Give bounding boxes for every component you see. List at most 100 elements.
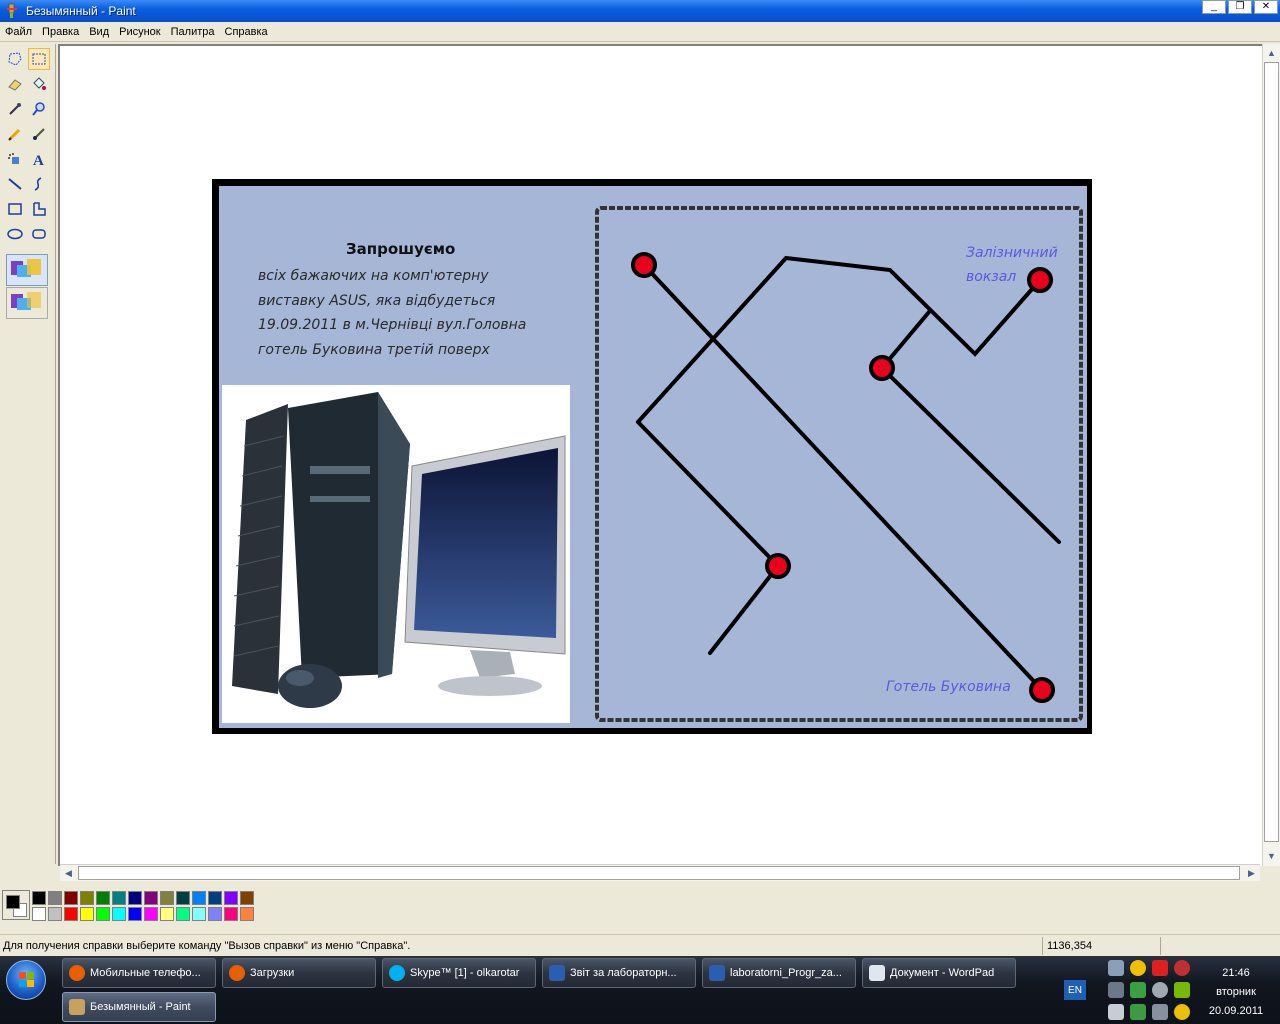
palette-swatch[interactable]	[128, 891, 142, 905]
palette-swatch[interactable]	[144, 907, 158, 921]
map-label-station-line2: вокзал	[966, 269, 1017, 285]
taskbar-button-downloads[interactable]: Загрузки	[222, 958, 376, 988]
palette-swatch[interactable]	[80, 891, 94, 905]
menu-image[interactable]: Рисунок	[114, 26, 166, 38]
paint-icon	[69, 999, 85, 1015]
taskbar-button-wordpad[interactable]: Документ - WordPad	[862, 958, 1016, 988]
palette-swatch[interactable]	[112, 907, 126, 921]
menu-palette[interactable]: Палитра	[166, 26, 220, 38]
taskbar-button-lab-report[interactable]: Звіт за лабораторн...	[542, 958, 696, 988]
maximize-button[interactable]: ❐	[1228, 0, 1252, 14]
text-icon[interactable]: A	[28, 148, 50, 170]
menu-file[interactable]: Файл	[0, 26, 37, 38]
airbrush-icon[interactable]	[4, 148, 26, 170]
battery-tray-icon[interactable]	[1130, 1004, 1146, 1020]
vertical-scroll-thumb[interactable]	[1264, 62, 1279, 842]
update-tray-icon[interactable]	[1130, 960, 1146, 976]
paint-app-icon[interactable]	[4, 3, 20, 19]
menu-view[interactable]: Вид	[84, 26, 114, 38]
eyedropper-icon[interactable]	[4, 98, 26, 120]
drawing-canvas[interactable]: Запрошуємо всіх бажаючих на комп'ютерну …	[60, 46, 1262, 866]
map-label-station: Залізничний вокзал	[966, 241, 1058, 289]
magnifier-icon[interactable]	[28, 98, 50, 120]
palette-swatch[interactable]	[192, 891, 206, 905]
toolbox: A	[0, 44, 56, 864]
palette-swatch[interactable]	[128, 907, 142, 921]
menu-help[interactable]: Справка	[220, 26, 273, 38]
palette-swatch[interactable]	[112, 891, 126, 905]
horizontal-scroll-thumb[interactable]	[78, 866, 1240, 880]
palette-swatch[interactable]	[160, 907, 174, 921]
fill-bucket-icon[interactable]	[28, 73, 50, 95]
rectangle-select-icon[interactable]	[28, 48, 50, 70]
palette-swatch[interactable]	[160, 891, 174, 905]
menu-edit[interactable]: Правка	[37, 26, 84, 38]
palette-swatch[interactable]	[192, 907, 206, 921]
vertical-scrollbar[interactable]: ▲ ▼	[1262, 44, 1280, 866]
free-form-select-icon[interactable]	[4, 48, 26, 70]
svg-text:A: A	[33, 153, 44, 167]
palette-swatch[interactable]	[208, 891, 222, 905]
alert-tray-icon[interactable]	[1174, 960, 1190, 976]
antivirus-tray-icon[interactable]	[1152, 960, 1168, 976]
palette-swatch[interactable]	[144, 891, 158, 905]
scroll-up-arrow-icon[interactable]: ▲	[1263, 44, 1280, 61]
palette-swatch[interactable]	[240, 891, 254, 905]
palette-swatch[interactable]	[224, 907, 238, 921]
palette-swatch[interactable]	[240, 907, 254, 921]
transparency-transparent-option[interactable]	[6, 287, 48, 319]
scroll-left-arrow-icon[interactable]: ◀	[60, 865, 77, 882]
palette-swatch[interactable]	[96, 891, 110, 905]
language-indicator[interactable]: EN	[1064, 980, 1086, 1000]
rounded-rectangle-icon[interactable]	[28, 223, 50, 245]
nvidia-tray-icon[interactable]	[1174, 982, 1190, 998]
palette-swatch[interactable]	[176, 891, 190, 905]
wireless-tray-icon[interactable]	[1174, 1004, 1190, 1020]
taskbar-button-laboratorni[interactable]: laboratorni_Progr_za...	[702, 958, 856, 988]
taskbar-button-skype[interactable]: Skype™ [1] - olkarotar	[382, 958, 536, 988]
palette-swatch[interactable]	[32, 907, 46, 921]
polygon-icon[interactable]	[28, 198, 50, 220]
palette-swatch[interactable]	[176, 907, 190, 921]
close-button[interactable]: ✕	[1254, 0, 1278, 14]
clock[interactable]: 21:46 вторник 20.09.2011	[1196, 964, 1276, 1021]
transparency-opaque-option[interactable]	[6, 254, 48, 286]
firefox-icon	[229, 965, 245, 981]
settings-tray-icon[interactable]	[1152, 982, 1168, 998]
display-tray-icon[interactable]	[1152, 1004, 1168, 1020]
horizontal-scrollbar[interactable]: ◀ ▶	[60, 864, 1260, 881]
palette-swatch[interactable]	[96, 907, 110, 921]
clock-day: вторник	[1216, 986, 1256, 998]
brush-icon[interactable]	[28, 123, 50, 145]
skype-tray-icon[interactable]	[1130, 982, 1146, 998]
cursor-coordinates: 1136,354	[1042, 937, 1160, 955]
usb-tray-icon[interactable]	[1108, 982, 1124, 998]
rectangle-icon[interactable]	[4, 198, 26, 220]
pencil-icon[interactable]	[4, 123, 26, 145]
palette-swatch[interactable]	[208, 907, 222, 921]
word-icon	[709, 965, 725, 981]
line-icon[interactable]	[4, 173, 26, 195]
network-tray-icon[interactable]	[1108, 960, 1124, 976]
palette-swatch[interactable]	[32, 891, 46, 905]
taskbar-button-mobile-phones[interactable]: Мобильные телефо...	[62, 958, 216, 988]
scroll-right-arrow-icon[interactable]: ▶	[1243, 865, 1260, 882]
volume-tray-icon[interactable]	[1108, 1004, 1124, 1020]
palette-swatch[interactable]	[48, 907, 62, 921]
ellipse-icon[interactable]	[4, 223, 26, 245]
minimize-button[interactable]: _	[1202, 0, 1226, 14]
eraser-icon[interactable]	[4, 73, 26, 95]
taskbar-button-label: Документ - WordPad	[890, 967, 995, 979]
start-button[interactable]	[6, 960, 46, 1000]
scroll-down-arrow-icon[interactable]: ▼	[1263, 847, 1280, 864]
palette-swatch[interactable]	[80, 907, 94, 921]
palette-swatch[interactable]	[64, 891, 78, 905]
palette-swatch[interactable]	[64, 907, 78, 921]
foreground-color-swatch	[6, 895, 20, 909]
firefox-icon	[69, 965, 85, 981]
palette-swatch[interactable]	[224, 891, 238, 905]
current-colors[interactable]	[2, 890, 30, 920]
curve-icon[interactable]	[28, 173, 50, 195]
taskbar-button-paint[interactable]: Безымянный - Paint	[62, 992, 216, 1022]
palette-swatch[interactable]	[48, 891, 62, 905]
